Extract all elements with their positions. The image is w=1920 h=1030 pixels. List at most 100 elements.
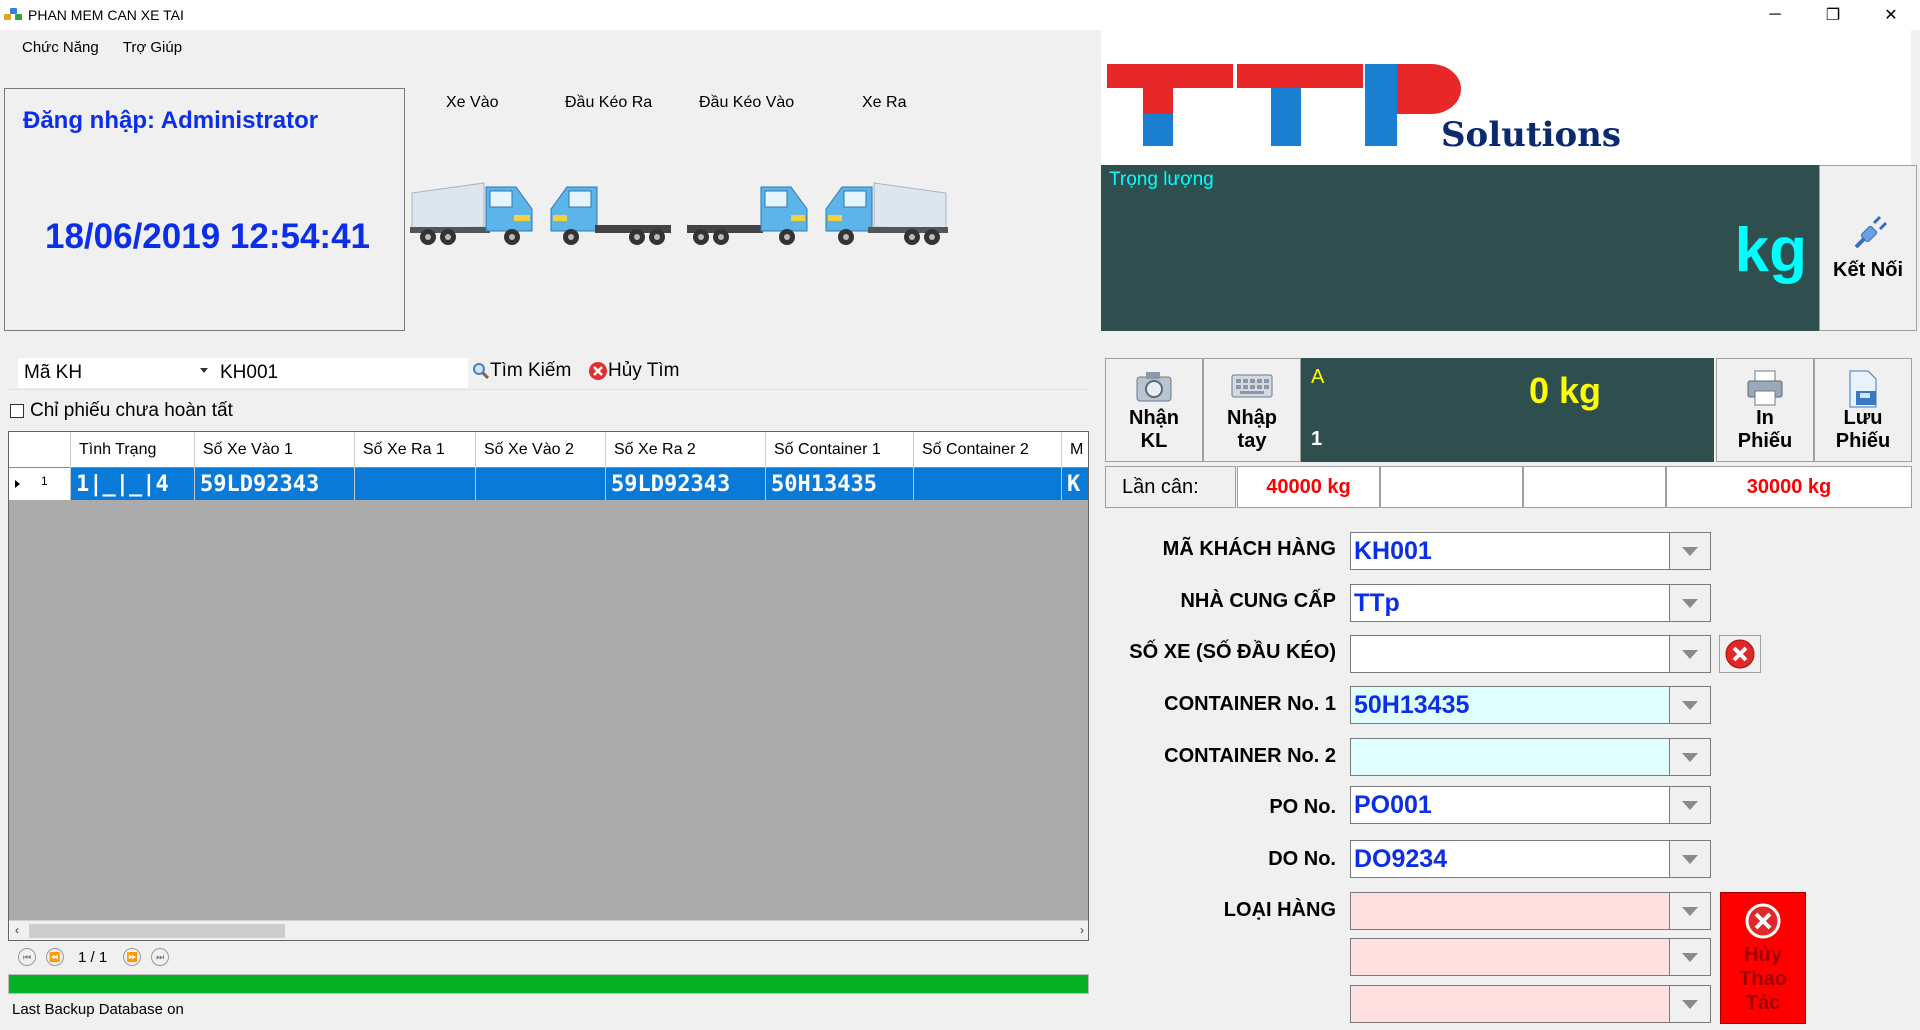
goods-type-dropdown-2[interactable] xyxy=(1669,938,1711,976)
container1-dropdown[interactable] xyxy=(1669,686,1711,724)
manual-entry-button[interactable]: Nhập tay xyxy=(1203,358,1301,462)
search-button[interactable]: Tìm Kiếm xyxy=(472,360,571,382)
first-page-icon[interactable]: ⏮ xyxy=(18,948,36,966)
next-page-icon[interactable]: ⏩ xyxy=(123,948,142,966)
minimize-button[interactable]: ─ xyxy=(1746,0,1804,30)
search-field-select[interactable]: Mã KH xyxy=(18,358,214,388)
truck-out-icon[interactable] xyxy=(820,175,950,250)
app-icon xyxy=(4,8,22,22)
customer-code-input[interactable]: KH001 xyxy=(1350,532,1670,570)
chevron-down-icon xyxy=(1682,906,1698,916)
container2-label: CONTAINER No. 2 xyxy=(1164,745,1336,767)
table-row[interactable]: 1 1|_|_|4 59LD92343 59LD92343 50H13435 K xyxy=(9,468,1088,500)
menu-bar: Chức Năng Trợ Giúp xyxy=(0,30,1093,64)
mode-truck-in-label: Xe Vào xyxy=(446,94,499,111)
tractor-out-icon[interactable] xyxy=(545,175,675,250)
cell-container-2[interactable] xyxy=(914,468,1062,500)
save-ticket-label: Lưu Phiếu xyxy=(1835,407,1891,452)
chevron-down-icon xyxy=(1682,854,1698,864)
cell-more[interactable]: K xyxy=(1062,468,1088,500)
grid-header-vehicle-out-2[interactable]: Số Xe Ra 2 xyxy=(606,432,766,468)
restore-button[interactable]: ❐ xyxy=(1804,0,1862,30)
chevron-down-icon xyxy=(200,368,208,373)
supplier-dropdown[interactable] xyxy=(1669,584,1711,622)
do-no-label: DO No. xyxy=(1268,848,1336,870)
vehicle-no-input[interactable] xyxy=(1350,635,1670,673)
search-input[interactable]: KH001 xyxy=(214,358,468,388)
menu-help[interactable]: Trợ Giúp xyxy=(123,39,182,56)
ticket-grid[interactable]: Tình Trạng Số Xe Vào 1 Số Xe Ra 1 Số Xe … xyxy=(8,431,1089,941)
search-icon xyxy=(473,363,490,380)
customer-code-dropdown[interactable] xyxy=(1669,532,1711,570)
grid-header-container-1[interactable]: Số Container 1 xyxy=(766,432,914,468)
container1-input[interactable]: 50H13435 xyxy=(1350,686,1670,724)
incomplete-only-checkbox-row[interactable]: Chỉ phiếu chưa hoàn tất xyxy=(10,400,233,422)
menu-functions[interactable]: Chức Năng xyxy=(22,39,99,56)
cell-vehicle-in-2[interactable] xyxy=(476,468,606,500)
progress-fill xyxy=(9,975,1088,993)
cell-vehicle-out-1[interactable] xyxy=(355,468,476,500)
grid-header-more[interactable]: M xyxy=(1062,432,1088,468)
vehicle-no-dropdown[interactable] xyxy=(1669,635,1711,673)
goods-type-label: LOẠI HÀNG xyxy=(1223,899,1336,921)
po-no-dropdown[interactable] xyxy=(1669,786,1711,824)
chevron-down-icon xyxy=(1682,700,1698,710)
container2-dropdown[interactable] xyxy=(1669,738,1711,776)
grid-header-status[interactable]: Tình Trạng xyxy=(71,432,195,468)
save-ticket-button[interactable]: Lưu Phiếu xyxy=(1814,358,1912,462)
main-window: PHAN MEM CAN XE TAI ─ ❐ ✕ Chức Năng Trợ … xyxy=(0,0,1920,1030)
truck-in-icon[interactable] xyxy=(408,175,538,250)
mode-tractor-out-label: Đầu Kéo Ra xyxy=(565,94,653,111)
chevron-down-icon xyxy=(1682,952,1698,962)
cell-container-1[interactable]: 50H13435 xyxy=(766,468,914,500)
status-text: Last Backup Database on xyxy=(12,1001,184,1018)
po-no-input[interactable]: PO001 xyxy=(1350,786,1670,824)
search-bar: Mã KH KH001 Tìm Kiếm Hủy Tìm xyxy=(8,356,1089,390)
cancel-icon xyxy=(1745,903,1781,939)
row-header[interactable]: 1 xyxy=(9,468,71,500)
goods-type-input-3[interactable] xyxy=(1350,985,1670,1023)
datetime-clock: 18/06/2019 12:54:41 xyxy=(45,217,370,256)
incomplete-only-label: Chỉ phiếu chưa hoàn tất xyxy=(30,400,233,421)
goods-type-dropdown-1[interactable] xyxy=(1669,892,1711,930)
do-no-input[interactable]: DO9234 xyxy=(1350,840,1670,878)
grid-header-vehicle-in-2[interactable]: Số Xe Vào 2 xyxy=(476,432,606,468)
title-bar: PHAN MEM CAN XE TAI ─ ❐ ✕ xyxy=(0,0,1920,30)
channel-index: 1 xyxy=(1311,428,1323,450)
supplier-input[interactable]: TTp xyxy=(1350,584,1670,622)
connect-button[interactable]: Kết Nối xyxy=(1819,165,1917,331)
weighing-value-4: 30000 kg xyxy=(1666,466,1912,508)
grid-header-container-2[interactable]: Số Container 2 xyxy=(914,432,1062,468)
get-weight-label: Nhận KL xyxy=(1129,407,1179,452)
channel-label: A xyxy=(1311,366,1325,388)
mode-tractor-in-label: Đầu Kéo Vào xyxy=(699,94,795,111)
chevron-down-icon xyxy=(1682,999,1698,1009)
goods-type-input-1[interactable] xyxy=(1350,892,1670,930)
cancel-operation-button[interactable]: Hủy Thao Tác xyxy=(1720,892,1806,1024)
incomplete-only-checkbox[interactable] xyxy=(10,404,24,418)
grid-header-vehicle-in-1[interactable]: Số Xe Vào 1 xyxy=(195,432,355,468)
chevron-down-icon xyxy=(1682,752,1698,762)
goods-type-dropdown-3[interactable] xyxy=(1669,985,1711,1023)
get-weight-button[interactable]: Nhận KL xyxy=(1105,358,1203,462)
weighing-value-1: 40000 kg xyxy=(1237,466,1380,508)
grid-header-vehicle-out-1[interactable]: Số Xe Ra 1 xyxy=(355,432,476,468)
previous-page-icon[interactable]: ⏪ xyxy=(46,948,64,966)
cancel-search-button[interactable]: Hủy Tìm xyxy=(588,360,679,382)
print-ticket-button[interactable]: In Phiếu xyxy=(1716,358,1814,462)
cell-status[interactable]: 1|_|_|4 xyxy=(71,468,195,500)
scrollbar-thumb[interactable] xyxy=(29,924,285,938)
close-button[interactable]: ✕ xyxy=(1862,0,1920,30)
cell-vehicle-in-1[interactable]: 59LD92343 xyxy=(195,468,355,500)
tractor-in-icon[interactable] xyxy=(685,175,815,250)
last-page-icon[interactable]: ⏭ xyxy=(151,948,170,966)
goods-type-input-2[interactable] xyxy=(1350,938,1670,976)
container2-input[interactable] xyxy=(1350,738,1670,776)
cancel-operation-label: Hủy Thao Tác xyxy=(1739,944,1787,1014)
clear-vehicle-button[interactable] xyxy=(1719,635,1761,673)
window-title: PHAN MEM CAN XE TAI xyxy=(28,7,184,23)
horizontal-scrollbar[interactable]: ‹ › xyxy=(9,920,1088,940)
do-no-dropdown[interactable] xyxy=(1669,840,1711,878)
container1-label: CONTAINER No. 1 xyxy=(1164,693,1336,715)
cell-vehicle-out-2[interactable]: 59LD92343 xyxy=(606,468,766,500)
